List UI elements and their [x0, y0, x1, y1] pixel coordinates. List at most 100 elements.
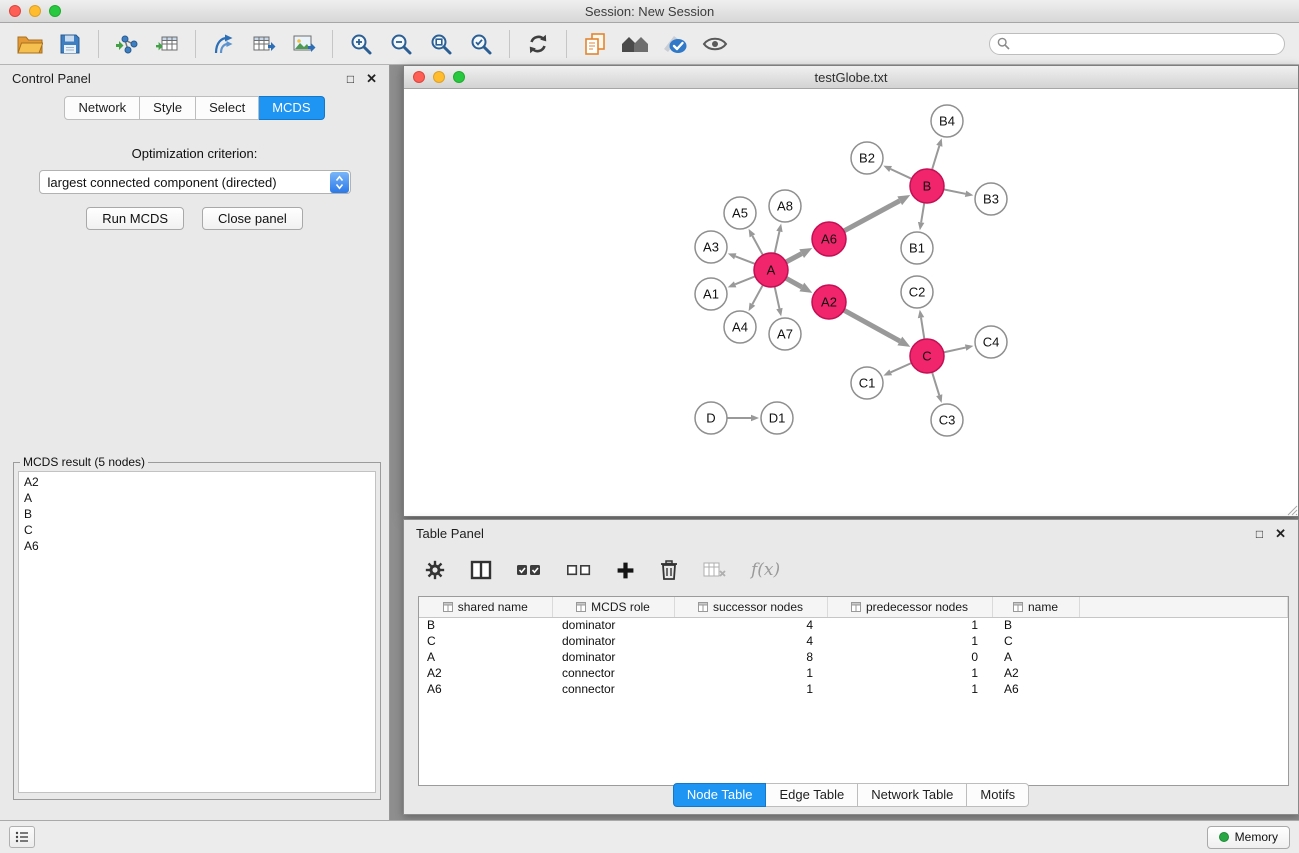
graph-edge[interactable] — [752, 285, 762, 304]
graph-edge[interactable] — [775, 231, 780, 253]
add-column-button[interactable] — [614, 559, 637, 582]
network-zoom-button[interactable] — [453, 71, 465, 83]
graph-edge[interactable] — [735, 256, 755, 264]
graph-edge[interactable] — [944, 189, 966, 193]
function-builder-button[interactable]: f(x) — [749, 558, 782, 582]
graph-edge[interactable] — [944, 348, 966, 353]
graph-node-C[interactable]: C — [910, 339, 944, 373]
graph-node-A6[interactable]: A6 — [812, 222, 846, 256]
float-panel-button[interactable]: □ — [347, 73, 354, 85]
tab-node-table[interactable]: Node Table — [673, 783, 767, 807]
home-button[interactable] — [615, 27, 655, 61]
graph-node-C4[interactable]: C4 — [975, 326, 1007, 358]
toggle-visibility-button[interactable] — [695, 27, 735, 61]
graph-edge[interactable] — [735, 276, 755, 284]
close-panel-x-button[interactable]: ✕ — [366, 72, 377, 85]
graph-node-A7[interactable]: A7 — [769, 318, 801, 350]
graph-node-A3[interactable]: A3 — [695, 231, 727, 263]
graph-node-C1[interactable]: C1 — [851, 367, 883, 399]
table-row[interactable]: A2connector11A2 — [419, 665, 1288, 681]
graph-edge[interactable] — [891, 169, 912, 179]
tab-mcds[interactable]: MCDS — [259, 96, 324, 120]
graph-edge[interactable] — [786, 254, 802, 262]
graph-node-A[interactable]: A — [754, 253, 788, 287]
memory-button[interactable]: Memory — [1207, 826, 1290, 849]
graph-node-A5[interactable]: A5 — [724, 197, 756, 229]
tab-edge-table[interactable]: Edge Table — [766, 783, 858, 807]
column-header-predecessor-nodes[interactable]: predecessor nodes — [827, 597, 992, 617]
zoom-fit-button[interactable] — [421, 27, 461, 61]
result-item[interactable]: A6 — [24, 538, 370, 554]
graph-edge[interactable] — [844, 201, 900, 231]
export-image-button[interactable] — [284, 27, 324, 61]
graph-node-A1[interactable]: A1 — [695, 278, 727, 310]
close-panel-button[interactable]: Close panel — [202, 207, 303, 230]
graph-edge[interactable] — [775, 287, 780, 309]
table-row[interactable]: Adominator80A — [419, 649, 1288, 665]
close-table-panel-button[interactable]: ✕ — [1275, 527, 1286, 540]
resize-grip[interactable] — [1285, 503, 1298, 516]
import-table-button[interactable] — [147, 27, 187, 61]
graph-node-C3[interactable]: C3 — [931, 404, 963, 436]
network-window-titlebar[interactable]: testGlobe.txt — [404, 66, 1298, 89]
apply-style-button[interactable] — [655, 27, 695, 61]
search-input[interactable] — [989, 33, 1285, 55]
deselect-all-button[interactable] — [564, 560, 594, 580]
run-mcds-button[interactable]: Run MCDS — [86, 207, 184, 230]
graph-node-B1[interactable]: B1 — [901, 232, 933, 264]
float-table-panel-button[interactable]: □ — [1256, 528, 1263, 540]
graph-node-A8[interactable]: A8 — [769, 190, 801, 222]
column-header-successor-nodes[interactable]: successor nodes — [674, 597, 827, 617]
graph-edge[interactable] — [844, 310, 900, 341]
show-panel-list-button[interactable] — [9, 826, 35, 848]
column-header-shared-name[interactable]: shared name — [419, 597, 552, 617]
graph-node-C2[interactable]: C2 — [901, 276, 933, 308]
tab-style[interactable]: Style — [140, 96, 196, 120]
graph-node-B3[interactable]: B3 — [975, 183, 1007, 215]
graph-edge[interactable] — [932, 372, 939, 395]
graph-node-D[interactable]: D — [695, 402, 727, 434]
zoom-window-button[interactable] — [49, 5, 61, 17]
open-session-button[interactable] — [10, 27, 50, 61]
zoom-out-button[interactable] — [381, 27, 421, 61]
table-row[interactable]: Cdominator41C — [419, 633, 1288, 649]
delete-column-button[interactable] — [657, 557, 681, 583]
column-header-name[interactable]: name — [992, 597, 1079, 617]
graph-node-D1[interactable]: D1 — [761, 402, 793, 434]
graph-node-A2[interactable]: A2 — [812, 285, 846, 319]
graph-node-B4[interactable]: B4 — [931, 105, 963, 137]
result-item[interactable]: A2 — [24, 474, 370, 490]
table-row[interactable]: A6connector11A6 — [419, 681, 1288, 697]
tab-select[interactable]: Select — [196, 96, 259, 120]
refresh-layout-button[interactable] — [518, 27, 558, 61]
result-item[interactable]: C — [24, 522, 370, 538]
graph-edge[interactable] — [752, 236, 762, 255]
tab-network-table[interactable]: Network Table — [858, 783, 967, 807]
network-canvas[interactable]: B4B2BB3A5A8A6B1A3AC2A1A2A4A7CC4C1C3DD1 — [404, 89, 1298, 516]
import-network-button[interactable] — [107, 27, 147, 61]
zoom-selected-button[interactable] — [461, 27, 501, 61]
network-graph[interactable]: B4B2BB3A5A8A6B1A3AC2A1A2A4A7CC4C1C3DD1 — [404, 89, 1298, 516]
table-settings-button[interactable] — [422, 557, 448, 583]
graph-edge[interactable] — [891, 363, 912, 372]
network-close-button[interactable] — [413, 71, 425, 83]
close-window-button[interactable] — [9, 5, 21, 17]
result-item[interactable]: A — [24, 490, 370, 506]
minimize-window-button[interactable] — [29, 5, 41, 17]
graph-edge[interactable] — [921, 318, 924, 340]
mcds-result-list[interactable]: A2 A B C A6 — [18, 471, 376, 793]
result-item[interactable]: B — [24, 506, 370, 522]
graph-edge[interactable] — [921, 203, 924, 223]
tab-motifs[interactable]: Motifs — [967, 783, 1029, 807]
tab-network[interactable]: Network — [64, 96, 140, 120]
show-columns-button[interactable] — [468, 558, 494, 582]
graph-node-B[interactable]: B — [910, 169, 944, 203]
export-table-button[interactable] — [244, 27, 284, 61]
zoom-in-button[interactable] — [341, 27, 381, 61]
table-row[interactable]: Bdominator41B — [419, 617, 1288, 633]
column-header-mcds-role[interactable]: MCDS role — [552, 597, 674, 617]
graph-edge[interactable] — [786, 278, 802, 287]
criterion-dropdown[interactable]: largest connected component (directed) — [39, 170, 351, 194]
select-all-button[interactable] — [514, 560, 544, 580]
graph-node-B2[interactable]: B2 — [851, 142, 883, 174]
